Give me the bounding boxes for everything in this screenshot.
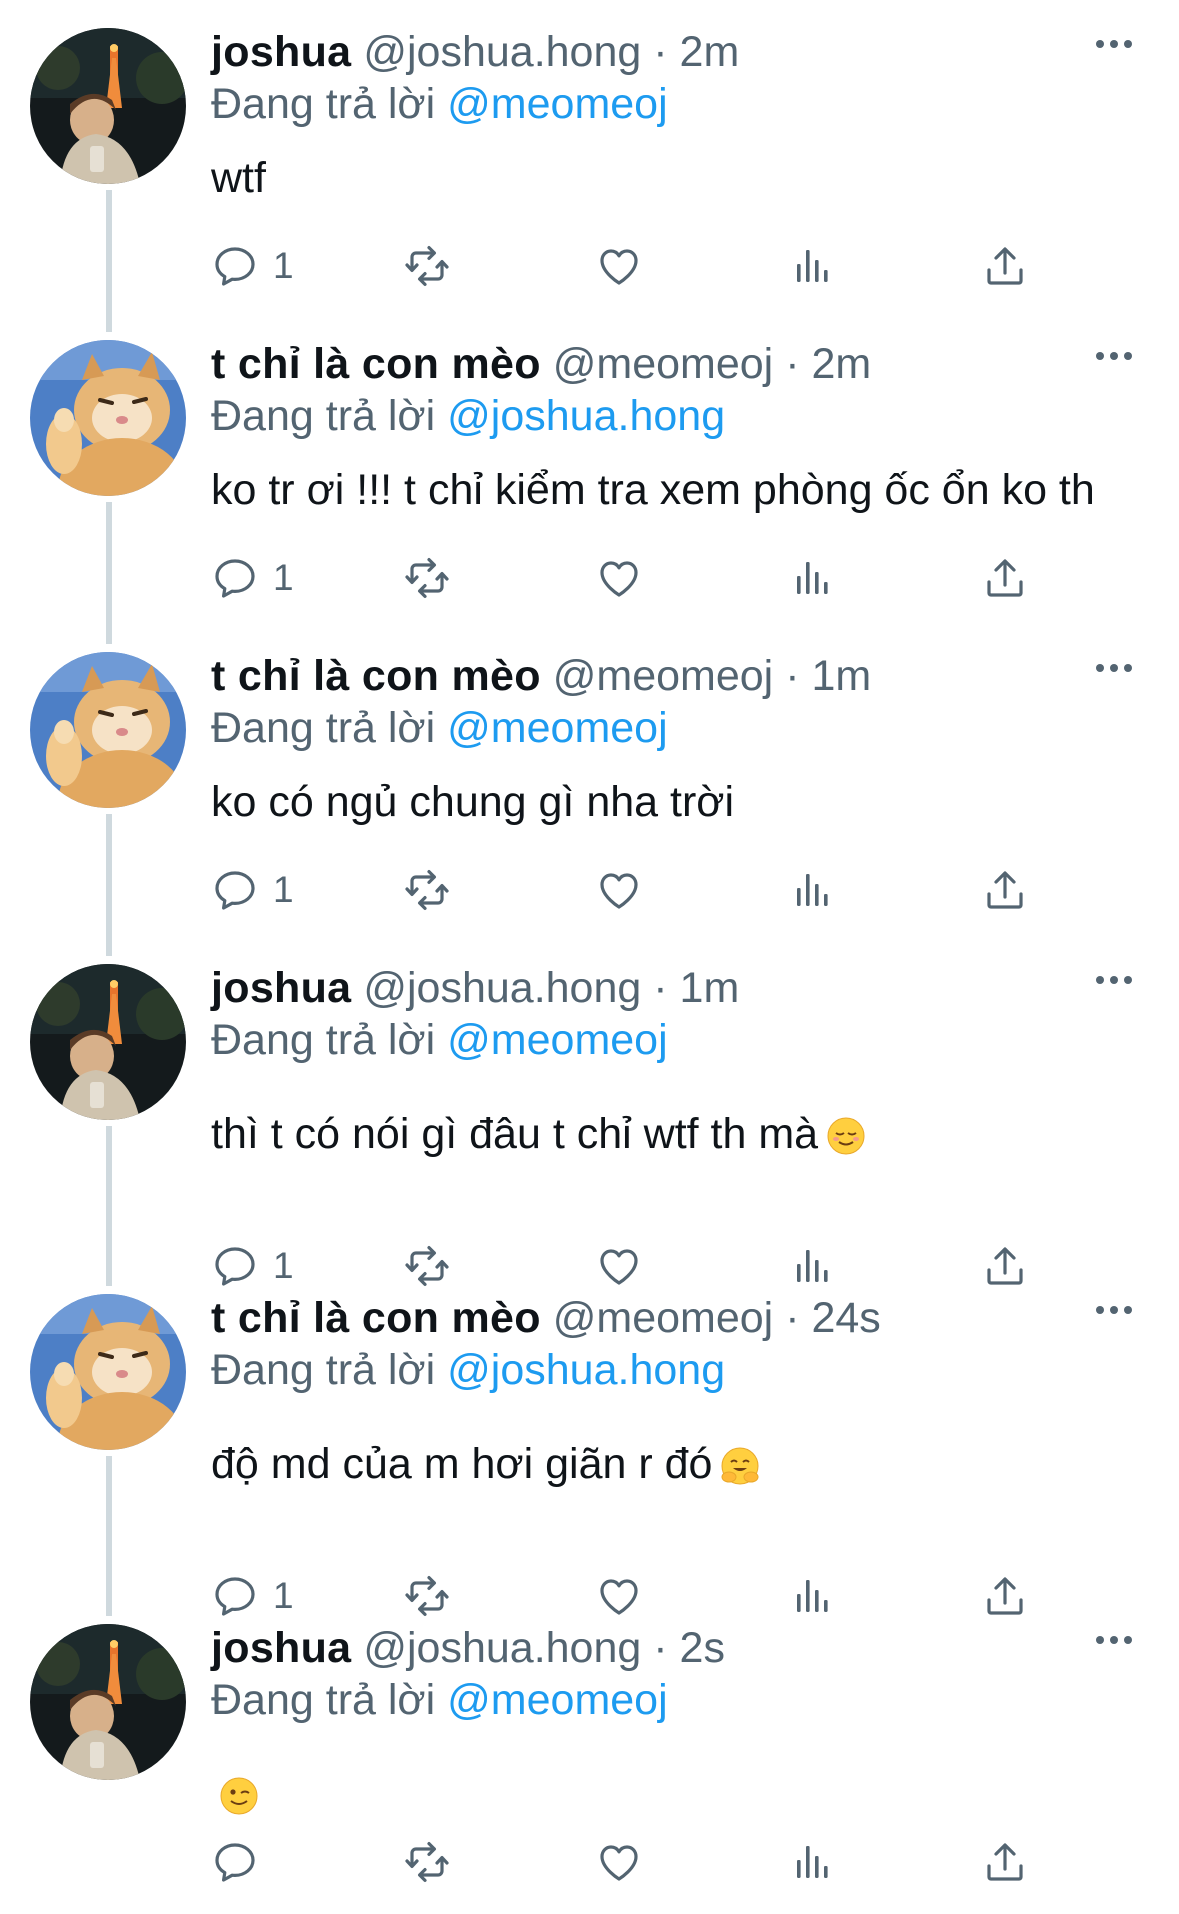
tweet-actions [211, 1834, 1051, 1890]
separator-dot: · [653, 964, 668, 1012]
separator-dot: · [785, 652, 800, 700]
separator-dot: · [785, 1294, 800, 1342]
tweet-text: độ md của m hơi giãn r đó [211, 1436, 760, 1500]
replying-to-label: Đang trả lời [211, 1676, 436, 1724]
replying-to-label: Đang trả lời [211, 704, 436, 752]
tweet-actions: 1 [211, 238, 1051, 294]
more-icon[interactable] [1092, 346, 1136, 366]
avatar[interactable] [30, 1294, 186, 1450]
user-handle[interactable]: @meomeoj [553, 1294, 774, 1342]
tweet[interactable]: joshua @joshua.hong · 1m Đang trả lời @m… [0, 936, 1179, 1286]
tweet-text-content: wtf [211, 154, 266, 202]
display-name[interactable]: joshua [211, 28, 351, 76]
tweet-actions: 1 [211, 862, 1051, 918]
replying-to-label: Đang trả lời [211, 80, 436, 128]
tweet[interactable]: t chỉ là con mèo @meomeoj · 24s Đang trả… [0, 1266, 1179, 1616]
display-name[interactable]: t chỉ là con mèo [211, 652, 541, 700]
replying-to-mention[interactable]: @joshua.hong [447, 1346, 725, 1394]
replying-to-mention[interactable]: @meomeoj [447, 1016, 668, 1064]
reply-count: 1 [273, 245, 294, 286]
replying-to: Đang trả lời @joshua.hong [211, 1342, 725, 1398]
tweet-header: joshua @joshua.hong · 2m [211, 24, 739, 80]
display-name[interactable]: t chỉ là con mèo [211, 340, 541, 388]
avatar[interactable] [30, 652, 186, 808]
display-name[interactable]: t chỉ là con mèo [211, 1294, 541, 1342]
timestamp[interactable]: 2s [680, 1624, 725, 1672]
tweet-text-content: ko tr ơi !!! t chỉ kiểm tra xem phòng ốc… [211, 466, 1095, 514]
replying-to-mention[interactable]: @meomeoj [447, 1676, 668, 1724]
winking-face-emoji [219, 1774, 259, 1830]
reply-count: 1 [273, 557, 294, 598]
timestamp[interactable]: 1m [680, 964, 740, 1012]
replying-to-mention[interactable]: @meomeoj [447, 80, 668, 128]
avatar[interactable] [30, 340, 186, 496]
separator-dot: · [785, 340, 800, 388]
user-handle[interactable]: @meomeoj [553, 652, 774, 700]
tweet-actions: 1 [211, 550, 1051, 606]
timestamp[interactable]: 24s [811, 1294, 880, 1342]
tweet-text-content: thì t có nói gì đâu t chỉ wtf th mà [211, 1110, 819, 1158]
reply-thread: joshua @joshua.hong · 2m Đang trả lời @m… [0, 0, 1179, 1914]
more-icon[interactable] [1092, 658, 1136, 678]
avatar[interactable] [30, 1624, 186, 1780]
tweet[interactable]: t chỉ là con mèo @meomeoj · 2m Đang trả … [0, 312, 1179, 624]
replying-to-mention[interactable]: @joshua.hong [447, 392, 725, 440]
avatar[interactable] [30, 964, 186, 1120]
timestamp[interactable]: 2m [680, 28, 740, 76]
tweet-text-content: độ md của m hơi giãn r đó [211, 1440, 713, 1488]
hugging-face-emoji [720, 1444, 760, 1500]
tweet-text-content: ko có ngủ chung gì nha trời [211, 778, 735, 826]
tweet-header: t chỉ là con mèo @meomeoj · 24s [211, 1290, 881, 1346]
avatar[interactable] [30, 28, 186, 184]
display-name[interactable]: joshua [211, 1624, 351, 1672]
tweet-text: wtf [211, 150, 266, 206]
tweet[interactable]: joshua @joshua.hong · 2s Đang trả lời @m… [0, 1596, 1179, 1908]
replying-to: Đang trả lời @meomeoj [211, 1672, 668, 1728]
tweet[interactable]: joshua @joshua.hong · 2m Đang trả lời @m… [0, 0, 1179, 312]
user-handle[interactable]: @joshua.hong [363, 964, 641, 1012]
tweet-header: t chỉ là con mèo @meomeoj · 1m [211, 648, 871, 704]
timestamp[interactable]: 2m [811, 340, 871, 388]
timestamp[interactable]: 1m [811, 652, 871, 700]
reply-count: 1 [273, 869, 294, 910]
replying-to-label: Đang trả lời [211, 1346, 436, 1394]
tweet-text: ko tr ơi !!! t chỉ kiểm tra xem phòng ốc… [211, 462, 1095, 518]
more-icon[interactable] [1092, 34, 1136, 54]
replying-to-label: Đang trả lời [211, 1016, 436, 1064]
user-handle[interactable]: @meomeoj [553, 340, 774, 388]
tweet[interactable]: t chỉ là con mèo @meomeoj · 1m Đang trả … [0, 624, 1179, 936]
tweet-text [211, 1766, 259, 1830]
replying-to: Đang trả lời @meomeoj [211, 1012, 668, 1068]
replying-to: Đang trả lời @meomeoj [211, 76, 668, 132]
separator-dot: · [653, 1624, 668, 1672]
more-icon[interactable] [1092, 970, 1136, 990]
tweet-header: joshua @joshua.hong · 2s [211, 1620, 725, 1676]
tweet-header: joshua @joshua.hong · 1m [211, 960, 739, 1016]
replying-to-mention[interactable]: @meomeoj [447, 704, 668, 752]
user-handle[interactable]: @joshua.hong [363, 28, 641, 76]
user-handle[interactable]: @joshua.hong [363, 1624, 641, 1672]
replying-to: Đang trả lời @meomeoj [211, 700, 668, 756]
more-icon[interactable] [1092, 1630, 1136, 1650]
replying-to: Đang trả lời @joshua.hong [211, 388, 725, 444]
replying-to-label: Đang trả lời [211, 392, 436, 440]
tweet-text: thì t có nói gì đâu t chỉ wtf th mà [211, 1106, 866, 1170]
more-icon[interactable] [1092, 1300, 1136, 1320]
tweet-header: t chỉ là con mèo @meomeoj · 2m [211, 336, 871, 392]
display-name[interactable]: joshua [211, 964, 351, 1012]
tweet-text: ko có ngủ chung gì nha trời [211, 774, 734, 830]
relieved-face-emoji [826, 1114, 866, 1170]
separator-dot: · [653, 28, 668, 76]
